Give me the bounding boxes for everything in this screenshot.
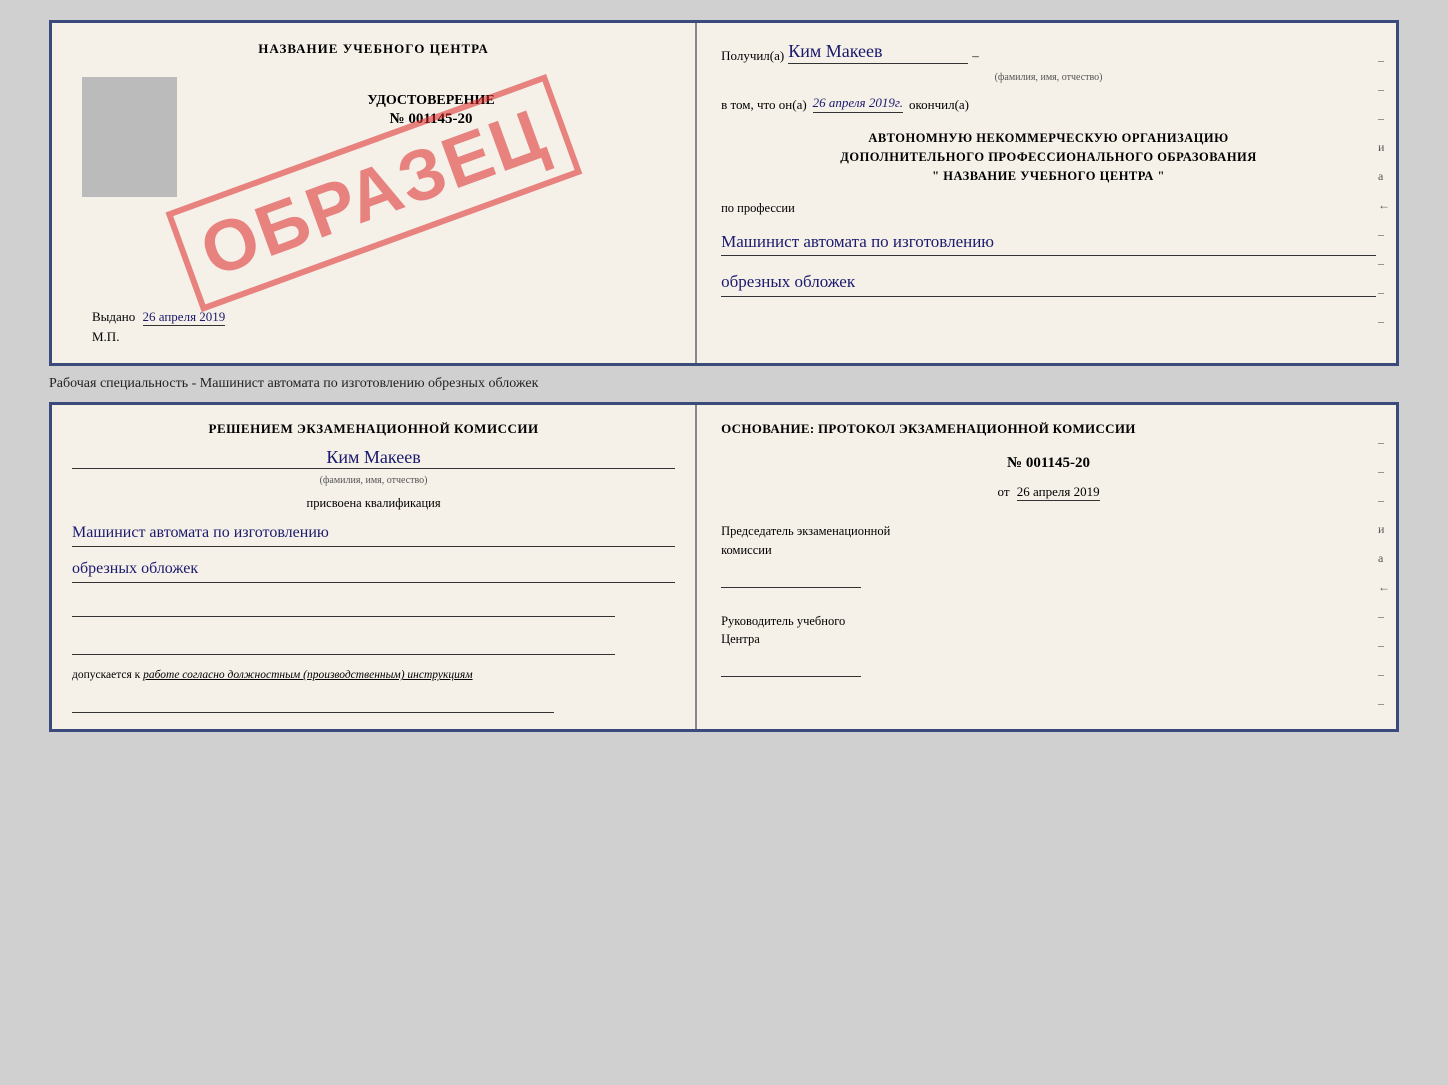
vtom-label: в том, что он(а) xyxy=(721,97,807,113)
org-line1: АВТОНОМНУЮ НЕКОММЕРЧЕСКУЮ ОРГАНИЗАЦИЮ xyxy=(721,129,1376,148)
dash-7: – xyxy=(1378,314,1390,329)
chairman-line1: Председатель экзаменационной xyxy=(721,522,1376,541)
protocol-number: № 001145-20 xyxy=(721,455,1376,472)
dash-a: а xyxy=(1378,169,1390,184)
vtom-date: 26 апреля 2019г. xyxy=(813,95,903,113)
vydano-label: Выдано xyxy=(92,309,135,324)
vydano-date: 26 апреля 2019 xyxy=(143,309,226,326)
vydano-line: Выдано 26 апреля 2019 xyxy=(82,289,675,325)
qual-right-panel: Основание: протокол экзаменационной коми… xyxy=(697,405,1396,729)
chairman-sign-line xyxy=(721,568,861,588)
fio-hint-qual: (фамилия, имя, отчество) xyxy=(72,475,675,486)
ot-date: от 26 апреля 2019 xyxy=(721,484,1376,500)
dash-6: – xyxy=(1378,285,1390,300)
dash-3: – xyxy=(1378,111,1390,126)
org-block: АВТОНОМНУЮ НЕКОММЕРЧЕСКУЮ ОРГАНИЗАЦИЮ ДО… xyxy=(721,129,1376,185)
org-line2: ДОПОЛНИТЕЛЬНОГО ПРОФЕССИОНАЛЬНОГО ОБРАЗО… xyxy=(721,148,1376,167)
dash-after-name: – xyxy=(972,48,979,64)
qdash-3: – xyxy=(1378,493,1390,508)
rukovat-sign-line xyxy=(721,657,861,677)
dash-i: и xyxy=(1378,140,1390,155)
rukovat-line2: Центра xyxy=(721,630,1376,649)
qual-left-panel: Решением экзаменационной комиссии Ким Ма… xyxy=(52,405,697,729)
right-dashes-cert: – – – и а ← – – – – xyxy=(1378,53,1390,329)
dopuskaetsya-label: допускается к xyxy=(72,669,140,681)
osnovanie-text: Основание: протокол экзаменационной коми… xyxy=(721,421,1376,437)
ot-label: от xyxy=(998,484,1010,499)
qdash-6: – xyxy=(1378,667,1390,682)
qdash-a: а xyxy=(1378,551,1390,566)
blank-lines xyxy=(72,597,675,655)
vtom-row: в том, что он(а) 26 апреля 2019г. окончи… xyxy=(721,95,1376,113)
rukovat-line1: Руководитель учебного xyxy=(721,612,1376,631)
cert-number: № 001145-20 xyxy=(390,111,473,128)
qual-profession-1: Машинист автомата по изготовлению xyxy=(72,519,675,547)
mp-label: М.П. xyxy=(82,329,675,345)
cert-left-panel: НАЗВАНИЕ УЧЕБНОГО ЦЕНТРА УДОСТОВЕРЕНИЕ №… xyxy=(52,23,697,363)
profession-label: по профессии xyxy=(721,201,1376,216)
rukovat-block: Руководитель учебного Центра xyxy=(721,612,1376,678)
blank-line-1 xyxy=(72,597,615,617)
dash-2: – xyxy=(1378,82,1390,97)
dopuskaetsya-text: допускается к работе согласно должностны… xyxy=(72,669,675,681)
qdash-4: – xyxy=(1378,609,1390,624)
blank-line-2 xyxy=(72,635,615,655)
ot-date-value: 26 апреля 2019 xyxy=(1017,484,1100,501)
dash-arrow: ← xyxy=(1378,198,1390,213)
dash-4: – xyxy=(1378,227,1390,242)
qdash-1: – xyxy=(1378,435,1390,450)
komissia-name: Ким Макеев xyxy=(72,447,675,469)
cert-school-title: НАЗВАНИЕ УЧЕБНОГО ЦЕНТРА xyxy=(258,41,489,57)
qualification-book: Решением экзаменационной комиссии Ким Ма… xyxy=(49,402,1399,732)
poluchil-label: Получил(а) xyxy=(721,48,784,64)
cert-right-panel: Получил(а) Ким Макеев – (фамилия, имя, о… xyxy=(697,23,1396,363)
specialty-label: Рабочая специальность - Машинист автомат… xyxy=(49,372,538,396)
qdash-5: – xyxy=(1378,638,1390,653)
komissia-text: Решением экзаменационной комиссии xyxy=(72,421,675,437)
certificate-book: НАЗВАНИЕ УЧЕБНОГО ЦЕНТРА УДОСТОВЕРЕНИЕ №… xyxy=(49,20,1399,366)
right-dashes-qual: – – – и а ← – – – – xyxy=(1378,435,1390,711)
qdash-2: – xyxy=(1378,464,1390,479)
chairman-line2: комиссии xyxy=(721,541,1376,560)
profession-value-2: обрезных обложек xyxy=(721,268,1376,296)
qdash-7: – xyxy=(1378,696,1390,711)
dopuskaetsya-value: работе согласно должностным (производств… xyxy=(143,669,472,681)
prisvoena-text: присвоена квалификация xyxy=(72,496,675,511)
profession-value-1: Машинист автомата по изготовлению xyxy=(721,228,1376,256)
blank-line-3 xyxy=(72,693,554,713)
poluchil-name: Ким Макеев xyxy=(788,41,968,64)
udost-title: УДОСТОВЕРЕНИЕ xyxy=(367,93,494,109)
qdash-arrow: ← xyxy=(1378,580,1390,595)
chairman-block: Председатель экзаменационной комиссии xyxy=(721,522,1376,588)
photo-placeholder xyxy=(82,77,177,197)
okonchil-label: окончил(а) xyxy=(909,97,969,113)
qdash-i: и xyxy=(1378,522,1390,537)
fio-hint-cert: (фамилия, имя, отчество) xyxy=(721,72,1376,83)
org-name: " НАЗВАНИЕ УЧЕБНОГО ЦЕНТРА " xyxy=(721,167,1376,186)
dash-5: – xyxy=(1378,256,1390,271)
document-container: НАЗВАНИЕ УЧЕБНОГО ЦЕНТРА УДОСТОВЕРЕНИЕ №… xyxy=(49,20,1399,732)
qual-profession-2: обрезных обложек xyxy=(72,555,675,583)
dash-1: – xyxy=(1378,53,1390,68)
